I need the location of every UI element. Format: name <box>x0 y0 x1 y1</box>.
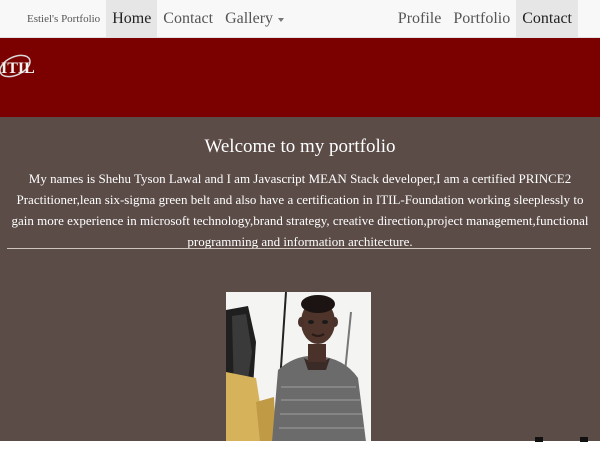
nav-item-contact-right[interactable]: Contact <box>516 0 578 37</box>
nav-item-profile[interactable]: Profile <box>392 0 448 37</box>
scroll-marker <box>580 437 588 442</box>
nav-item-gallery-label: Gallery <box>225 9 274 27</box>
bottom-strip <box>0 441 600 450</box>
nav-item-portfolio[interactable]: Portfolio <box>447 0 516 37</box>
itil-logo-icon[interactable]: ITIL <box>0 42 35 86</box>
bio-paragraph: My names is Shehu Tyson Lawal and I am J… <box>11 171 589 249</box>
chevron-down-icon <box>278 17 285 22</box>
nav-item-gallery[interactable]: Gallery <box>219 0 290 37</box>
divider <box>7 248 591 249</box>
page-title: Welcome to my portfolio <box>204 136 396 157</box>
nav-right: Profile Portfolio Contact <box>392 0 578 37</box>
nav-item-home[interactable]: Home <box>106 0 158 37</box>
brand-link[interactable]: Estiel's Portfolio <box>0 0 106 37</box>
scroll-marker <box>535 437 543 442</box>
nav-item-contact[interactable]: Contact <box>157 0 219 37</box>
header-band: ITIL <box>0 38 600 117</box>
logo-text: ITIL <box>1 60 34 77</box>
top-navbar: Estiel's Portfolio Home Contact Gallery … <box>0 0 600 38</box>
nav-left: Home Contact Gallery <box>106 0 290 37</box>
profile-photo <box>226 292 371 442</box>
